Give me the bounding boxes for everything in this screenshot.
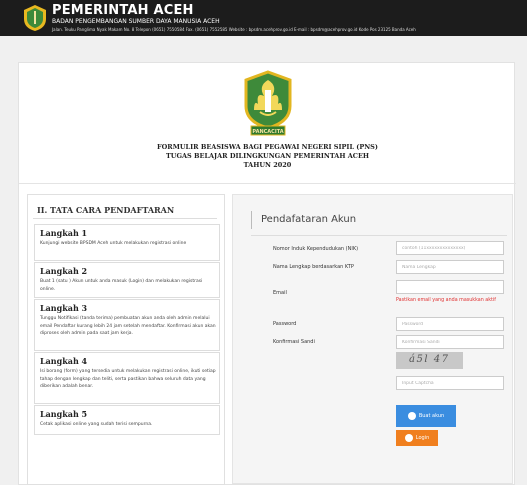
form-title-line1: FORMULIR BEASISWA BAGI PEGAWAI NEGERI SI… xyxy=(157,143,378,151)
header-address: Jalan. Teuku Panglima Nyak Makam No. 8 T… xyxy=(52,27,416,32)
email-label: Email xyxy=(273,290,287,296)
header-subtitle: BADAN PENGEMBANGAN SUMBER DAYA MANUSIA A… xyxy=(52,18,220,25)
form-title-line2: TUGAS BELAJAR DILINGKUNGAN PEMERINTAH AC… xyxy=(165,152,370,160)
section-divider xyxy=(19,183,516,184)
registration-form: Pendafataran Akun Nomor Induk Kependuduk… xyxy=(232,194,513,484)
nik-label: Nomor Induk Kependudukan (NIK) xyxy=(273,246,359,252)
login-icon xyxy=(404,434,413,442)
step-3: Langkah 3 Tunggu Notifikasi (tanda terim… xyxy=(34,299,220,351)
site-header: PEMERINTAH ACEH BADAN PENGEMBANGAN SUMBE… xyxy=(0,0,527,36)
step-title: Langkah 2 xyxy=(40,266,88,276)
steps-heading-underline xyxy=(33,218,217,219)
captcha-image: á5l 47 xyxy=(396,352,463,369)
nik-input[interactable] xyxy=(396,241,504,255)
main-card: PANCACITA FORMULIR BEASISWA BAGI PEGAWAI… xyxy=(18,62,516,485)
password-label: Password xyxy=(273,321,297,327)
full-name-label: Nama Lengkap berdasarkan KTP xyxy=(273,264,354,270)
full-name-input[interactable] xyxy=(396,260,504,274)
pancacita-crest-icon: PANCACITA xyxy=(244,70,292,136)
steps-heading: II. TATA CARA PENDAFTARAN xyxy=(37,205,175,215)
password-input[interactable] xyxy=(396,317,504,331)
title-underline xyxy=(251,235,507,236)
step-2: Langkah 2 Buat 1 (satu ) Akun untuk anda… xyxy=(34,262,220,298)
email-input[interactable] xyxy=(396,280,504,294)
step-text: Kunjungi website BPSDM Aceh untuk melaku… xyxy=(40,241,187,246)
registration-steps-panel: II. TATA CARA PENDAFTARAN Langkah 1 Kunj… xyxy=(27,194,225,485)
step-title: Langkah 3 xyxy=(40,303,88,313)
step-4: Langkah 4 Isi borang (form) yang tersedi… xyxy=(34,352,220,404)
user-add-icon xyxy=(407,412,416,420)
step-title: Langkah 5 xyxy=(40,409,88,419)
step-1: Langkah 1 Kunjungi website BPSDM Aceh un… xyxy=(34,224,220,261)
create-account-button[interactable]: Buat akun xyxy=(396,405,456,427)
step-text: Isi borang (form) yang tersedia untuk me… xyxy=(40,369,216,389)
header-title: PEMERINTAH ACEH xyxy=(52,3,194,18)
step-text: Tunggu Notifikasi (tanda terima) pembuat… xyxy=(40,316,216,336)
step-title: Langkah 4 xyxy=(40,356,88,366)
step-text: Cetak aplikasi online yang sudah terisi … xyxy=(40,422,153,427)
registration-title: Pendafataran Akun xyxy=(261,214,357,225)
email-warning: Pastikan email yang anda masukkan aktif xyxy=(396,298,496,303)
create-account-label: Buat akun xyxy=(418,413,445,419)
captcha-input[interactable] xyxy=(396,376,504,390)
crest-banner: PANCACITA xyxy=(252,129,283,135)
step-5: Langkah 5 Cetak aplikasi online yang sud… xyxy=(34,405,220,435)
aceh-crest-icon xyxy=(24,5,46,31)
confirm-password-label: Konfirmasi Sandi xyxy=(273,339,315,345)
step-title: Langkah 1 xyxy=(40,228,88,238)
step-text: Buat 1 (satu ) Akun untuk anda masuk (Lo… xyxy=(40,279,203,292)
login-button[interactable]: Login xyxy=(396,430,438,446)
title-accent-bar xyxy=(251,211,252,229)
confirm-password-input[interactable] xyxy=(396,335,504,349)
login-label: Login xyxy=(415,435,430,441)
form-title-line3: TAHUN 2020 xyxy=(243,161,292,169)
